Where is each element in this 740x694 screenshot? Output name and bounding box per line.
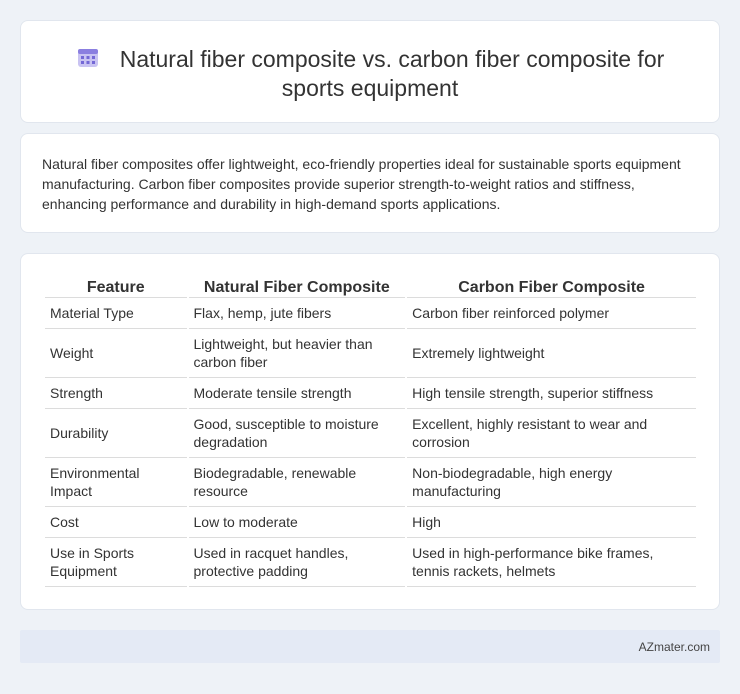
- table-cell: Strength: [45, 378, 187, 409]
- table-cell: Used in high-performance bike frames, te…: [407, 538, 696, 587]
- table-row: Strength Moderate tensile strength High …: [45, 378, 696, 409]
- table-row: Environmental Impact Biodegradable, rene…: [45, 458, 696, 507]
- comparison-card: Feature Natural Fiber Composite Carbon F…: [20, 253, 720, 610]
- table-row: Durability Good, susceptible to moisture…: [45, 409, 696, 458]
- intro-card: Natural fiber composites offer lightweig…: [20, 133, 720, 233]
- table-header-row: Feature Natural Fiber Composite Carbon F…: [45, 276, 696, 298]
- table-cell: Use in Sports Equipment: [45, 538, 187, 587]
- calendar-icon: [76, 45, 100, 69]
- table-cell: Lightweight, but heavier than carbon fib…: [188, 329, 406, 378]
- table-row: Weight Lightweight, but heavier than car…: [45, 329, 696, 378]
- table-row: Cost Low to moderate High: [45, 507, 696, 538]
- table-row: Use in Sports Equipment Used in racquet …: [45, 538, 696, 587]
- table-cell: Non-biodegradable, high energy manufactu…: [407, 458, 696, 507]
- comparison-table: Feature Natural Fiber Composite Carbon F…: [43, 276, 698, 587]
- column-header-natural: Natural Fiber Composite: [188, 276, 406, 298]
- table-cell: High tensile strength, superior stiffnes…: [407, 378, 696, 409]
- title-card: Natural fiber composite vs. carbon fiber…: [20, 20, 720, 123]
- footer-brand[interactable]: AZmater.com: [639, 640, 710, 654]
- table-cell: Environmental Impact: [45, 458, 187, 507]
- table-cell: Low to moderate: [188, 507, 406, 538]
- table-cell: High: [407, 507, 696, 538]
- table-cell: Carbon fiber reinforced polymer: [407, 298, 696, 329]
- page-title-wrap: Natural fiber composite vs. carbon fiber…: [21, 45, 719, 103]
- table-row: Material Type Flax, hemp, jute fibers Ca…: [45, 298, 696, 329]
- table-cell: Flax, hemp, jute fibers: [188, 298, 406, 329]
- table-cell: Material Type: [45, 298, 187, 329]
- table-cell: Good, susceptible to moisture degradatio…: [188, 409, 406, 458]
- intro-text: Natural fiber composites offer lightweig…: [42, 156, 681, 212]
- column-header-feature: Feature: [45, 276, 187, 298]
- table-cell: Moderate tensile strength: [188, 378, 406, 409]
- table-cell: Biodegradable, renewable resource: [188, 458, 406, 507]
- table-cell: Durability: [45, 409, 187, 458]
- table-cell: Cost: [45, 507, 187, 538]
- table-cell: Extremely lightweight: [407, 329, 696, 378]
- table-cell: Excellent, highly resistant to wear and …: [407, 409, 696, 458]
- table-cell: Weight: [45, 329, 187, 378]
- table-cell: Used in racquet handles, protective padd…: [188, 538, 406, 587]
- page-title: Natural fiber composite vs. carbon fiber…: [119, 46, 665, 101]
- column-header-carbon: Carbon Fiber Composite: [407, 276, 696, 298]
- footer: AZmater.com: [20, 630, 720, 663]
